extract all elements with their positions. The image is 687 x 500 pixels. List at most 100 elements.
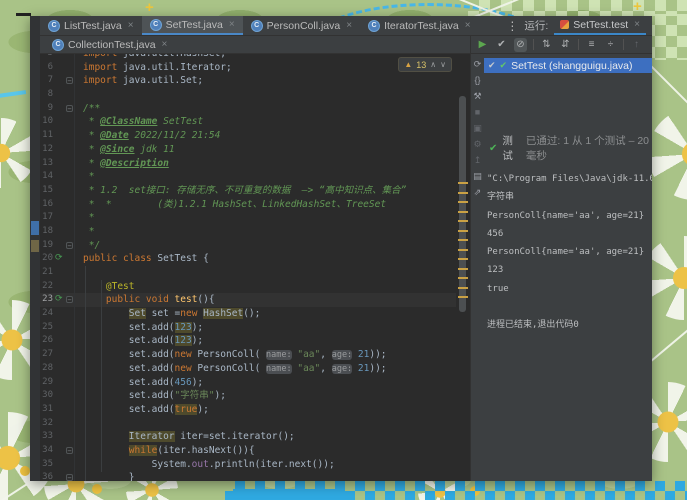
line-number: 18: [42, 225, 53, 236]
test-runner-settings-icon[interactable]: {}: [474, 75, 480, 86]
code-line[interactable]: 16 * * (类)1.2.1 HashSet、LinkedHashSet、Tr…: [40, 197, 470, 212]
rerun-icon[interactable]: ⟳: [474, 59, 482, 70]
console-output[interactable]: "C:\Program Files\Java\jdk-11.0. 字符串 Perso…: [484, 170, 652, 335]
test-tree-row-settest[interactable]: ✔ ✔ SetTest (shangguigu.java): [484, 58, 652, 73]
fold-icon[interactable]: −: [66, 241, 73, 249]
code-line[interactable]: 31 set.add(true);: [40, 402, 470, 417]
code-line[interactable]: 11 * @Date 2022/11/2 21:54: [40, 129, 470, 143]
code-text: */: [83, 239, 101, 251]
next-failed-test-icon[interactable]: ↓: [649, 38, 652, 52]
code-line[interactable]: 27 set.add(new PersonColl( name: "aa", a…: [40, 348, 470, 362]
line-number: 24: [42, 308, 53, 319]
gutter: [53, 279, 75, 294]
more-tabs-icon[interactable]: ⋮: [500, 16, 524, 35]
previous-failed-test-icon[interactable]: ↑: [630, 38, 643, 52]
expand-all-icon[interactable]: ≡: [585, 38, 598, 52]
run-tab-settest-test[interactable]: SetTest.test ×: [554, 16, 646, 35]
code-line[interactable]: 19 − */: [40, 238, 470, 253]
code-line[interactable]: 25 set.add(123);: [40, 320, 470, 335]
code-line[interactable]: 35 System.out.println(iter.next());: [40, 457, 470, 472]
tab-personcoll[interactable]: C PersonColl.java ×: [243, 16, 360, 35]
close-icon[interactable]: ×: [346, 20, 352, 31]
code-line[interactable]: 28 set.add(new PersonColl( name: "aa", a…: [40, 361, 470, 376]
warning-tick: [458, 229, 468, 232]
next-warning-icon[interactable]: ∨: [440, 60, 446, 69]
run-test-icon[interactable]: ⟳: [55, 252, 63, 266]
code-line[interactable]: 32: [40, 416, 470, 431]
code-line[interactable]: 26 set.add(123);: [40, 334, 470, 349]
show-ignored-icon[interactable]: ⊘: [514, 37, 527, 52]
line-number: 7: [47, 75, 53, 86]
console-line: 字符串: [487, 192, 515, 203]
inspections-widget[interactable]: ▲ 13 ∧ ∨: [398, 57, 452, 72]
fold-icon[interactable]: −: [66, 474, 73, 481]
code-text: System.out.println(iter.next());: [83, 458, 335, 470]
close-icon[interactable]: ×: [128, 20, 134, 31]
class-icon: C: [250, 19, 263, 32]
pin-icon[interactable]: ⇗: [474, 187, 482, 198]
scrollbar-thumb[interactable]: [459, 96, 466, 312]
code-line[interactable]: 12 * @Since jdk 11: [40, 142, 470, 157]
code-line[interactable]: 36 − }: [40, 471, 470, 481]
stop-icon[interactable]: ■: [475, 107, 480, 118]
code-line[interactable]: 24 Set set =new HashSet();: [40, 307, 470, 321]
rerun-tests-icon[interactable]: ▶: [476, 38, 489, 52]
fold-icon[interactable]: −: [66, 296, 73, 304]
code-line[interactable]: 23 ⟳ − public void test(){: [40, 293, 470, 308]
gutter: [53, 88, 75, 102]
gutter: [53, 115, 75, 130]
collapse-all-icon[interactable]: ÷: [604, 38, 617, 52]
tab-settest[interactable]: C SetTest.java ×: [141, 16, 243, 35]
code-editor[interactable]: 5 import java.util.HashSet; 6 import java.u…: [40, 54, 470, 481]
class-icon: C: [149, 18, 162, 31]
code-line[interactable]: 17 *: [40, 211, 470, 225]
screenshot-icon[interactable]: ▣: [473, 123, 482, 134]
code-line[interactable]: 34− while(iter.hasNext()){: [40, 443, 470, 458]
code-line[interactable]: 7 − import java.util.Set;: [40, 74, 470, 89]
export-test-results-icon[interactable]: ↥: [474, 155, 482, 166]
code-line[interactable]: 14 *: [40, 170, 470, 184]
code-line[interactable]: 9 − /**: [40, 101, 470, 116]
line-number: 33: [42, 431, 53, 442]
gutter: [53, 129, 75, 143]
gutter: [53, 60, 75, 75]
run-test-icon[interactable]: ⟳: [55, 293, 63, 307]
close-icon[interactable]: ×: [465, 20, 471, 31]
warning-tick: [458, 286, 468, 289]
tests-passed-icon: ✔: [489, 142, 498, 154]
line-number: 5: [40, 54, 53, 61]
console-icon[interactable]: ▤: [473, 171, 482, 182]
tab-listtest[interactable]: C ListTest.java ×: [40, 16, 142, 35]
code-line[interactable]: 33 Iterator iter=set.iterator();: [40, 430, 470, 444]
code-line[interactable]: 20 ⟳ public class SetTest {: [40, 252, 470, 266]
code-line[interactable]: 15 * 1.2 set接口: 存储无序、不可重复的数据 —> “高中知识点、集…: [40, 183, 470, 198]
sort-alphabetically-icon[interactable]: ⇅: [540, 38, 553, 52]
console-line: true: [487, 283, 509, 294]
prev-warning-icon[interactable]: ∧: [430, 60, 436, 69]
sort-by-duration-icon[interactable]: ⇵: [559, 38, 572, 52]
tab-iteratortest[interactable]: C IteratorTest.java ×: [360, 16, 479, 35]
code-line[interactable]: 8: [40, 88, 470, 102]
code-line[interactable]: 18 *: [40, 224, 470, 239]
close-icon[interactable]: ×: [229, 19, 235, 30]
show-passed-icon[interactable]: ✔: [495, 38, 508, 52]
code-text: set.add(new PersonColl( name: "aa", age:…: [83, 362, 387, 374]
code-line[interactable]: 29 set.add(456);: [40, 375, 470, 390]
toolbar-separator: [578, 39, 579, 50]
close-icon[interactable]: ×: [162, 39, 168, 50]
code-line[interactable]: 21: [40, 266, 470, 280]
code-line[interactable]: 22 @Test: [40, 279, 470, 294]
code-line[interactable]: 30 set.add("字符串");: [40, 389, 470, 403]
close-icon[interactable]: ×: [634, 19, 640, 30]
tab-collectiontest[interactable]: C CollectionTest.java ×: [40, 38, 175, 51]
settings-icon[interactable]: ⚙: [473, 139, 481, 150]
code-line[interactable]: 13 * @Description: [40, 156, 470, 171]
code-line[interactable]: 10 * @ClassName SetTest: [40, 115, 470, 130]
test-status-line: ✔ 测试 已通过: 1 从 1 个测试 – 20毫秒: [484, 133, 652, 163]
second-row: C CollectionTest.java × ▶✔⊘⇅⇵≡÷↑↓◷: [40, 36, 652, 54]
fold-icon[interactable]: −: [66, 104, 73, 112]
fold-icon[interactable]: −: [66, 446, 73, 454]
fold-icon[interactable]: −: [66, 77, 73, 85]
gutter: [53, 320, 75, 335]
import-tests-icon[interactable]: ⚒: [473, 91, 481, 102]
